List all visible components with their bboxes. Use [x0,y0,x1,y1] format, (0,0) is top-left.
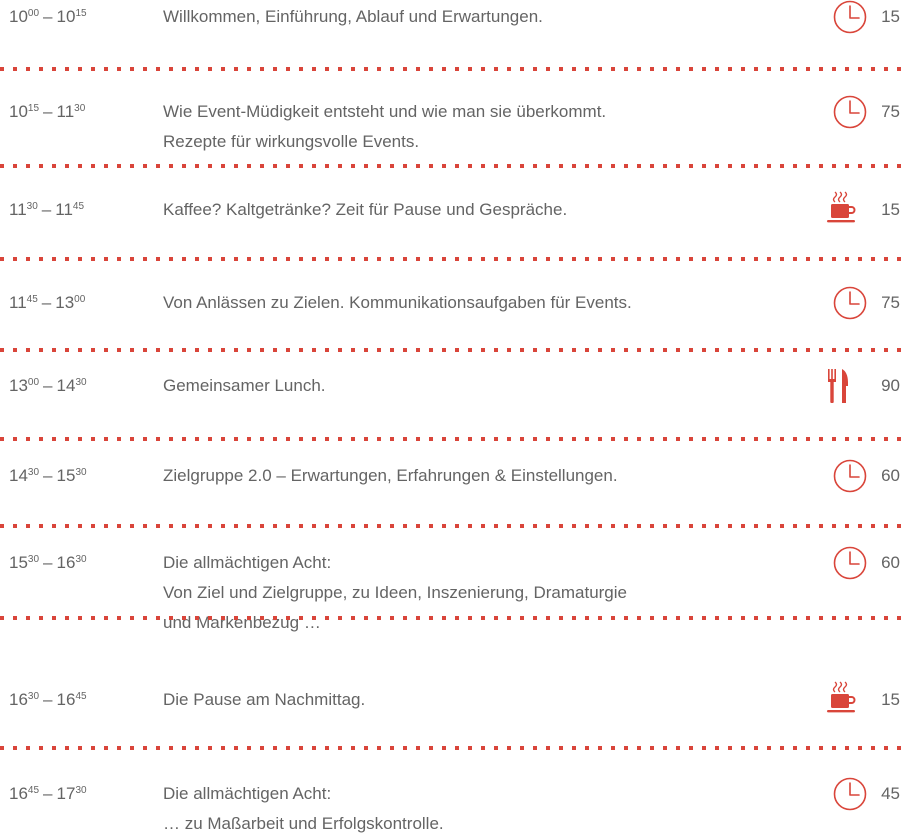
description-line: Kaffee? Kaltgetränke? Zeit für Pause und… [163,200,568,219]
end-minute: 15 [75,8,87,19]
start-hour: 16 [9,690,28,709]
end-hour: 16 [56,690,76,709]
start-hour: 13 [9,376,28,395]
session-description: Gemeinsamer Lunch. [163,371,803,401]
time-range: 1145–1300 [9,288,85,318]
description-line: … zu Maßarbeit und Erfolgskontrolle. [163,814,444,833]
duration-minutes: 75 [881,293,900,312]
start-hour: 10 [9,7,28,26]
end-hour: 16 [56,553,76,572]
time-dash: – [43,553,53,572]
end-hour: 13 [55,293,75,312]
end-minute: 45 [72,201,85,212]
duration-minutes: 15 [881,7,900,26]
dotted-divider [0,616,904,620]
description-line: Willkommen, Einführung, Ablauf und Erwar… [163,7,543,26]
time-range: 1430–1530 [9,461,87,491]
end-hour: 10 [56,7,76,26]
session-description: Kaffee? Kaltgetränke? Zeit für Pause und… [163,195,803,225]
end-minute: 30 [74,103,86,114]
description-line: und Markenbezug … [163,613,321,632]
session-description: Die Pause am Nachmittag. [163,685,803,715]
end-minute: 45 [75,691,87,702]
duration-minutes: 15 [881,690,900,709]
session-description: Die allmächtigen Acht: Von Ziel und Zielg… [163,548,803,638]
session-description: Zielgruppe 2.0 – Erwartungen, Erfahrunge… [163,461,803,491]
start-minute: 15 [27,103,40,114]
dotted-divider [0,524,904,528]
end-hour: 17 [56,784,76,803]
description-line: Die allmächtigen Acht: [163,553,332,572]
duration-minutes: 15 [881,200,900,219]
end-hour: 11 [55,200,73,219]
end-minute: 30 [75,554,87,565]
coffee-cup-icon [823,680,863,714]
time-range: 1630–1645 [9,685,87,715]
start-hour: 11 [9,293,27,312]
duration-minutes: 90 [881,376,900,395]
coffee-cup-icon [823,190,863,224]
description-line: Rezepte für wirkungsvolle Events. [163,132,420,151]
end-hour: 14 [56,376,76,395]
end-hour: 15 [56,466,76,485]
description-line: Von Anlässen zu Zielen. Kommunikationsau… [163,293,632,312]
start-hour: 16 [9,784,28,803]
start-minute: 00 [27,377,40,388]
start-hour: 10 [9,102,28,121]
duration-minutes: 45 [881,784,900,803]
time-range: 1645–1730 [9,779,87,809]
start-minute: 30 [27,691,40,702]
time-dash: – [41,200,52,219]
description-line: Wie Event-Müdigkeit entsteht und wie man… [163,102,607,121]
dotted-divider [0,164,904,168]
dotted-divider [0,257,904,261]
start-hour: 14 [9,466,28,485]
schedule: 1000–1015 Willkommen, Einführung, Ablauf … [0,0,904,833]
dotted-divider [0,437,904,441]
end-hour: 11 [56,102,75,121]
description-line: Gemeinsamer Lunch. [163,376,326,395]
start-minute: 45 [27,785,40,796]
time-range: 1015–1130 [9,97,85,127]
time-range: 1130–1145 [9,195,84,225]
time-range: 1300–1430 [9,371,87,401]
start-minute: 45 [26,294,38,305]
duration-minutes: 75 [881,102,900,121]
time-dash: – [43,784,53,803]
description-line: Zielgruppe 2.0 – Erwartungen, Erfahrunge… [163,466,618,485]
time-dash: – [43,376,53,395]
start-hour: 15 [9,553,28,572]
session-description: Willkommen, Einführung, Ablauf und Erwar… [163,2,803,32]
end-minute: 30 [75,785,87,796]
duration-minutes: 60 [881,466,900,485]
time-dash: – [41,293,52,312]
start-hour: 11 [9,200,27,219]
end-minute: 30 [75,467,87,478]
time-range: 1000–1015 [9,2,87,32]
time-dash: – [43,7,53,26]
dotted-divider [0,348,904,352]
dotted-divider [0,746,904,750]
end-minute: 30 [75,377,87,388]
description-line: Von Ziel und Zielgruppe, zu Ideen, Insze… [163,583,627,602]
time-dash: – [43,102,53,121]
start-minute: 00 [27,8,40,19]
duration-minutes: 60 [881,553,900,572]
fork-knife-icon [820,365,860,403]
session-description: Wie Event-Müdigkeit entsteht und wie man… [163,97,803,157]
time-range: 1530–1630 [9,548,87,578]
time-dash: – [43,690,53,709]
description-line: Die Pause am Nachmittag. [163,690,366,709]
start-minute: 30 [27,467,40,478]
session-description: Die allmächtigen Acht: … zu Maßarbeit und… [163,779,803,839]
end-minute: 00 [74,294,86,305]
session-description: Von Anlässen zu Zielen. Kommunikationsau… [163,288,803,318]
description-line: Die allmächtigen Acht: [163,784,332,803]
time-dash: – [43,466,53,485]
start-minute: 30 [27,554,40,565]
dotted-divider [0,67,904,71]
start-minute: 30 [26,201,38,212]
